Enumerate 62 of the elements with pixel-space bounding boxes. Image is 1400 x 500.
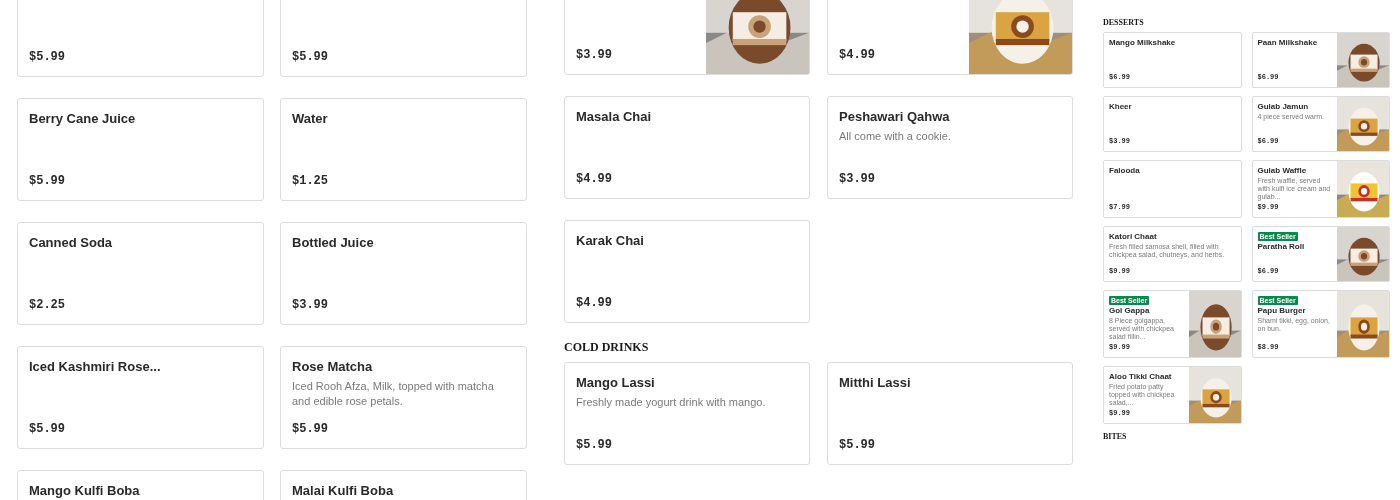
item-title: Iced Kashmiri Rose... xyxy=(29,358,161,375)
item-description: Freshly made yogurt drink with mango. xyxy=(576,395,766,410)
menu-item-card[interactable]: Bottled Juice $3.99 xyxy=(280,222,527,325)
item-price: $5.99 xyxy=(29,174,65,189)
menu-item-card[interactable]: Iced Kashmiri Rose... $5.99 xyxy=(17,346,264,449)
item-title: Paan Milkshake xyxy=(1257,38,1318,48)
item-title: Mitthi Lassi xyxy=(839,374,911,391)
item-price: $4.99 xyxy=(576,172,612,187)
menu-item-card[interactable]: Mango Kulfi Boba xyxy=(17,470,264,500)
item-description: Iced Rooh Afza, Milk, topped with matcha and edible rose petals. xyxy=(292,379,495,409)
menu-item-card[interactable]: $3.99 xyxy=(564,0,810,75)
item-title: Mango Kulfi Boba xyxy=(29,482,140,499)
section-heading: COLD DRINKS xyxy=(564,340,650,354)
item-title: Masala Chai xyxy=(576,108,652,125)
item-title: Peshawari Qahwa xyxy=(839,108,950,125)
item-price: $3.99 xyxy=(576,48,612,63)
menu-item-card[interactable]: $5.99 xyxy=(17,0,264,77)
item-title: Mango Lassi xyxy=(576,374,655,391)
menu-item-card[interactable]: Peshawari Qahwa All come with a cookie. $3.99 xyxy=(827,96,1073,199)
item-price: $4.99 xyxy=(576,296,612,311)
menu-item-card[interactable]: Karak Chai $4.99 xyxy=(564,220,810,323)
item-price: $5.99 xyxy=(576,438,612,453)
menu-item-card[interactable]: Water $1.25 xyxy=(280,98,527,201)
item-title: Berry Cane Juice xyxy=(29,110,136,127)
menu-item-card[interactable]: Mitthi Lassi $5.99 xyxy=(827,362,1073,465)
item-price: $3.99 xyxy=(292,298,328,313)
item-title: Bottled Juice xyxy=(292,234,374,251)
item-title: Gulab Waffle xyxy=(1257,166,1307,176)
menu-item-card[interactable]: $5.99 xyxy=(280,0,527,77)
item-price: $5.99 xyxy=(292,50,328,65)
item-title: Gol Gappa xyxy=(1109,306,1150,316)
item-price: $1.25 xyxy=(292,174,328,189)
section-heading: DESSERTS xyxy=(1103,18,1145,28)
item-price: $5.99 xyxy=(29,422,65,437)
menu-item-card[interactable]: Rose Matcha Iced Rooh Afza, Milk, topped with matcha and edible rose petals. $5.99 xyxy=(280,346,527,449)
item-title: Malai Kulfi Boba xyxy=(292,482,394,499)
menu-item-card[interactable]: Mango Lassi Freshly made yogurt drink with mango. $5.99 xyxy=(564,362,810,465)
item-title: Gulab Jamun xyxy=(1257,102,1309,112)
item-title: Aloo Tikki Chaat xyxy=(1109,372,1172,382)
item-title: Rose Matcha xyxy=(292,358,373,375)
menu-item-card[interactable]: Masala Chai $4.99 xyxy=(564,96,810,199)
item-description: All come with a cookie. xyxy=(839,129,951,144)
item-title: Katori Chaat xyxy=(1109,232,1157,242)
item-price: $5.99 xyxy=(29,50,65,65)
section-heading: BITES xyxy=(1103,432,1128,442)
menu-item-card[interactable]: Berry Cane Juice $5.99 xyxy=(17,98,264,201)
item-title: Kheer xyxy=(1109,102,1132,112)
item-price: $3.99 xyxy=(839,172,875,187)
menu-item-card[interactable]: Malai Kulfi Boba xyxy=(280,470,527,500)
item-title: Karak Chai xyxy=(576,232,644,249)
item-price: $4.99 xyxy=(839,48,875,63)
item-title: Papu Burger xyxy=(1257,306,1306,316)
item-title: Water xyxy=(292,110,328,127)
item-title: Falooda xyxy=(1109,166,1140,176)
item-price: $5.99 xyxy=(839,438,875,453)
item-title: Paratha Roll xyxy=(1257,242,1305,252)
item-title: Mango Milkshake xyxy=(1109,38,1176,48)
menu-item-card[interactable]: $4.99 xyxy=(827,0,1073,75)
menu-item-card[interactable]: Canned Soda $2.25 xyxy=(17,222,264,325)
item-title: Canned Soda xyxy=(29,234,113,251)
item-price: $5.99 xyxy=(292,422,328,437)
item-price: $2.25 xyxy=(29,298,65,313)
